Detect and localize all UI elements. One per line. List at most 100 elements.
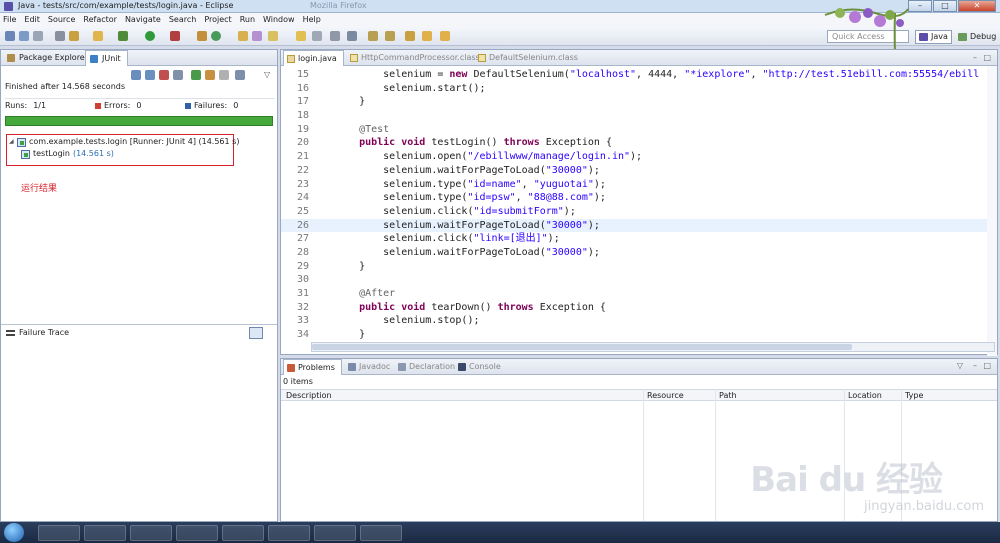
taskbar-item[interactable] bbox=[84, 525, 126, 541]
start-button[interactable] bbox=[4, 523, 24, 542]
code-line[interactable]: 32 public void tearDown() throws Excepti… bbox=[281, 301, 997, 315]
horizontal-scrollbar[interactable] bbox=[311, 342, 995, 352]
print-icon[interactable] bbox=[33, 31, 43, 41]
history-icon[interactable] bbox=[235, 70, 245, 80]
debug-icon[interactable] bbox=[93, 31, 103, 41]
skip-breakpoints-icon[interactable] bbox=[69, 31, 79, 41]
taskbar-item[interactable] bbox=[38, 525, 80, 541]
search-icon[interactable] bbox=[268, 31, 278, 41]
back-icon[interactable] bbox=[422, 31, 432, 41]
java-perspective-button[interactable]: Java bbox=[915, 30, 952, 44]
maximize-view-icon[interactable]: □ bbox=[983, 361, 991, 370]
code-line[interactable]: 24 selenium.type("id=psw", "88@88.com"); bbox=[281, 191, 997, 205]
code-line[interactable]: 15 selenium = new DefaultSelenium("local… bbox=[281, 68, 997, 82]
tab-problems[interactable]: Problems bbox=[283, 359, 342, 375]
menu-help[interactable]: Help bbox=[303, 15, 321, 24]
menu-navigate[interactable]: Navigate bbox=[125, 15, 161, 24]
code-line[interactable]: 31 @After bbox=[281, 287, 997, 301]
taskbar-item[interactable] bbox=[176, 525, 218, 541]
next-annotation-icon[interactable] bbox=[368, 31, 378, 41]
maximize-editor-icon[interactable]: □ bbox=[983, 53, 991, 62]
new-class-icon[interactable] bbox=[211, 31, 221, 41]
new-java-project-icon[interactable] bbox=[197, 31, 207, 41]
code-line[interactable]: 22 selenium.waitForPageToLoad("30000"); bbox=[281, 164, 997, 178]
view-menu-icon[interactable]: ▽ bbox=[264, 70, 272, 80]
minimize-button[interactable]: – bbox=[908, 0, 932, 12]
tab-package-explorer[interactable]: Package Explorer bbox=[3, 50, 94, 66]
tab-declaration[interactable]: Declaration bbox=[395, 359, 455, 375]
code-line[interactable]: 18 bbox=[281, 109, 997, 123]
run-icon[interactable] bbox=[145, 31, 155, 41]
code-line[interactable]: 25 selenium.click("id=submitForm"); bbox=[281, 205, 997, 219]
prev-failure-icon[interactable] bbox=[145, 70, 155, 80]
code-line[interactable]: 20 public void testLogin() throws Except… bbox=[281, 136, 997, 150]
stop-icon[interactable] bbox=[219, 70, 229, 80]
build-icon[interactable] bbox=[55, 31, 65, 41]
expand-arrow-icon[interactable]: ◢ bbox=[9, 136, 17, 148]
prev-annotation-icon[interactable] bbox=[385, 31, 395, 41]
next-failure-icon[interactable] bbox=[131, 70, 141, 80]
menu-file[interactable]: File bbox=[3, 15, 16, 24]
show-failures-only-icon[interactable] bbox=[159, 70, 169, 80]
annotation-icon[interactable] bbox=[296, 31, 306, 41]
rerun-icon[interactable] bbox=[191, 70, 201, 80]
code-line[interactable]: 28 selenium.waitForPageToLoad("30000"); bbox=[281, 246, 997, 260]
code-line[interactable]: 26 selenium.waitForPageToLoad("30000"); bbox=[281, 218, 997, 233]
scrollbar-thumb[interactable] bbox=[312, 344, 852, 350]
forward-icon[interactable] bbox=[440, 31, 450, 41]
taskbar-item[interactable] bbox=[222, 525, 264, 541]
code-line[interactable]: 30 bbox=[281, 273, 997, 287]
taskbar-item[interactable] bbox=[314, 525, 356, 541]
taskbar-item[interactable] bbox=[360, 525, 402, 541]
code-line[interactable]: 17 } bbox=[281, 95, 997, 109]
col-resource[interactable]: Resource bbox=[647, 391, 684, 400]
last-edit-icon[interactable] bbox=[405, 31, 415, 41]
menu-refactor[interactable]: Refactor bbox=[83, 15, 117, 24]
editor-tab-defaultselenium[interactable]: DefaultSelenium.class bbox=[475, 50, 578, 66]
tree-test-row[interactable]: testLogin (14.561 s) bbox=[9, 148, 239, 160]
col-location[interactable]: Location bbox=[848, 391, 882, 400]
code-line[interactable]: 33 selenium.stop(); bbox=[281, 314, 997, 328]
open-task-icon[interactable] bbox=[252, 31, 262, 41]
code-line[interactable]: 23 selenium.type("id=name", "yuguotai"); bbox=[281, 178, 997, 192]
scroll-lock-icon[interactable] bbox=[173, 70, 183, 80]
minimize-editor-icon[interactable]: – bbox=[973, 53, 977, 62]
debug-perspective-button[interactable]: Debug bbox=[954, 30, 1000, 44]
code-line[interactable]: 34 } bbox=[281, 328, 997, 340]
menu-project[interactable]: Project bbox=[204, 15, 231, 24]
tab-console[interactable]: Console bbox=[455, 359, 501, 375]
tab-junit[interactable]: JUnit bbox=[85, 50, 128, 66]
tab-javadoc[interactable]: Javadoc bbox=[345, 359, 390, 375]
code-line[interactable]: 29 } bbox=[281, 260, 997, 274]
new-icon[interactable] bbox=[5, 31, 15, 41]
toggle-mark-icon[interactable] bbox=[312, 31, 322, 41]
menu-window[interactable]: Window bbox=[263, 15, 295, 24]
code-line[interactable]: 27 selenium.click("link=[退出]"); bbox=[281, 232, 997, 246]
menu-search[interactable]: Search bbox=[169, 15, 196, 24]
tree-suite-row[interactable]: ◢ com.example.tests.login [Runner: JUnit… bbox=[9, 136, 239, 148]
close-button[interactable]: ✕ bbox=[958, 0, 996, 12]
open-type-icon[interactable] bbox=[238, 31, 248, 41]
code-area[interactable]: 15 selenium = new DefaultSelenium("local… bbox=[281, 68, 997, 340]
view-menu-icon[interactable]: ▽ bbox=[957, 361, 963, 370]
rerun-failed-icon[interactable] bbox=[205, 70, 215, 80]
menu-source[interactable]: Source bbox=[48, 15, 75, 24]
maximize-button[interactable]: □ bbox=[933, 0, 957, 12]
col-type[interactable]: Type bbox=[905, 391, 923, 400]
col-path[interactable]: Path bbox=[719, 391, 737, 400]
minimize-view-icon[interactable]: – bbox=[973, 361, 977, 370]
external-tools-icon[interactable] bbox=[170, 31, 180, 41]
show-whitespace-icon[interactable] bbox=[330, 31, 340, 41]
settings-icon[interactable] bbox=[118, 31, 128, 41]
taskbar-item[interactable] bbox=[268, 525, 310, 541]
taskbar-item[interactable] bbox=[130, 525, 172, 541]
save-icon[interactable] bbox=[19, 31, 29, 41]
editor-tab-login-java[interactable]: login.java bbox=[283, 50, 344, 66]
col-description[interactable]: Description bbox=[286, 391, 332, 400]
pin-editor-icon[interactable] bbox=[347, 31, 357, 41]
editor-tab-httpcommandprocessor[interactable]: HttpCommandProcessor.class bbox=[347, 50, 480, 66]
code-line[interactable]: 16 selenium.start(); bbox=[281, 82, 997, 96]
compare-results-button[interactable] bbox=[249, 327, 263, 339]
code-line[interactable]: 21 selenium.open("/ebillwww/manage/login… bbox=[281, 150, 997, 164]
menu-edit[interactable]: Edit bbox=[24, 15, 40, 24]
